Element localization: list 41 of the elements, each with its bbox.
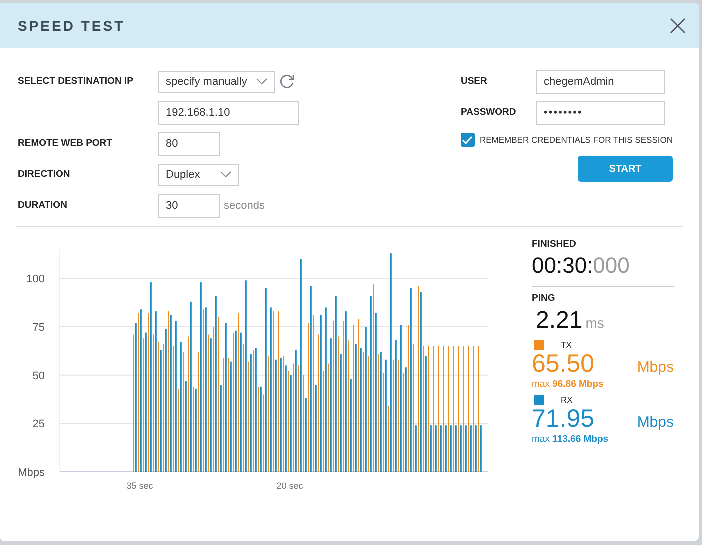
destination-select[interactable]: specify manually	[158, 70, 275, 92]
field-label: DURATION	[18, 200, 68, 211]
legend-label: TX	[561, 340, 572, 350]
duration-input[interactable]: 30	[158, 194, 220, 218]
window-title: SPEED TEST	[18, 18, 126, 34]
field-label: PASSWORD	[460, 107, 518, 118]
user-input[interactable]: chegemAdmin	[536, 70, 665, 94]
field-label: REMOTE WEB PORT	[18, 138, 114, 149]
axis-label: 50	[32, 370, 45, 382]
rate-unit: Mbps	[637, 359, 674, 376]
rate-value: 65.50	[532, 350, 595, 379]
elapsed-time: 00:30:000	[532, 253, 631, 279]
close-icon[interactable]	[670, 18, 686, 34]
chevron-down-icon	[256, 78, 268, 85]
field-label: DIRECTION	[18, 169, 72, 180]
legend-label: RX	[561, 395, 573, 405]
field-label: SELECT DESTINATION IP	[18, 76, 134, 87]
port-input[interactable]: 80	[158, 132, 220, 156]
ip-input[interactable]: 192.168.1.10	[158, 100, 299, 124]
checkbox-label: REMEMBER CREDENTIALS FOR THIS SESSION	[480, 135, 673, 145]
axis-label: 20 sec	[276, 481, 304, 491]
max-rate: max 96.86 Mbps	[532, 379, 605, 390]
rate-unit: Mbps	[637, 414, 674, 431]
password-input[interactable]: ••••••••	[536, 100, 665, 124]
field-label: USER	[460, 76, 488, 87]
status-label: FINISHED	[532, 239, 578, 250]
ping-unit: ms	[586, 315, 604, 331]
axis-label: 35 sec	[126, 481, 154, 491]
refresh-icon[interactable]	[278, 72, 296, 90]
axis-label: 75	[32, 322, 45, 334]
direction-select[interactable]: Duplex	[158, 164, 239, 186]
axis-label: Mbps	[18, 467, 45, 479]
checkbox[interactable]	[460, 133, 475, 147]
chevron-down-icon	[220, 171, 232, 178]
max-rate: max 113.66 Mbps	[532, 434, 610, 445]
axis-label: 25	[32, 418, 45, 431]
unit-label: seconds	[224, 200, 265, 212]
ping-value: 2.21	[536, 307, 583, 335]
ping-label: PING	[532, 293, 556, 304]
rate-value: 71.95	[532, 405, 595, 434]
axis-label: 100	[26, 274, 45, 286]
